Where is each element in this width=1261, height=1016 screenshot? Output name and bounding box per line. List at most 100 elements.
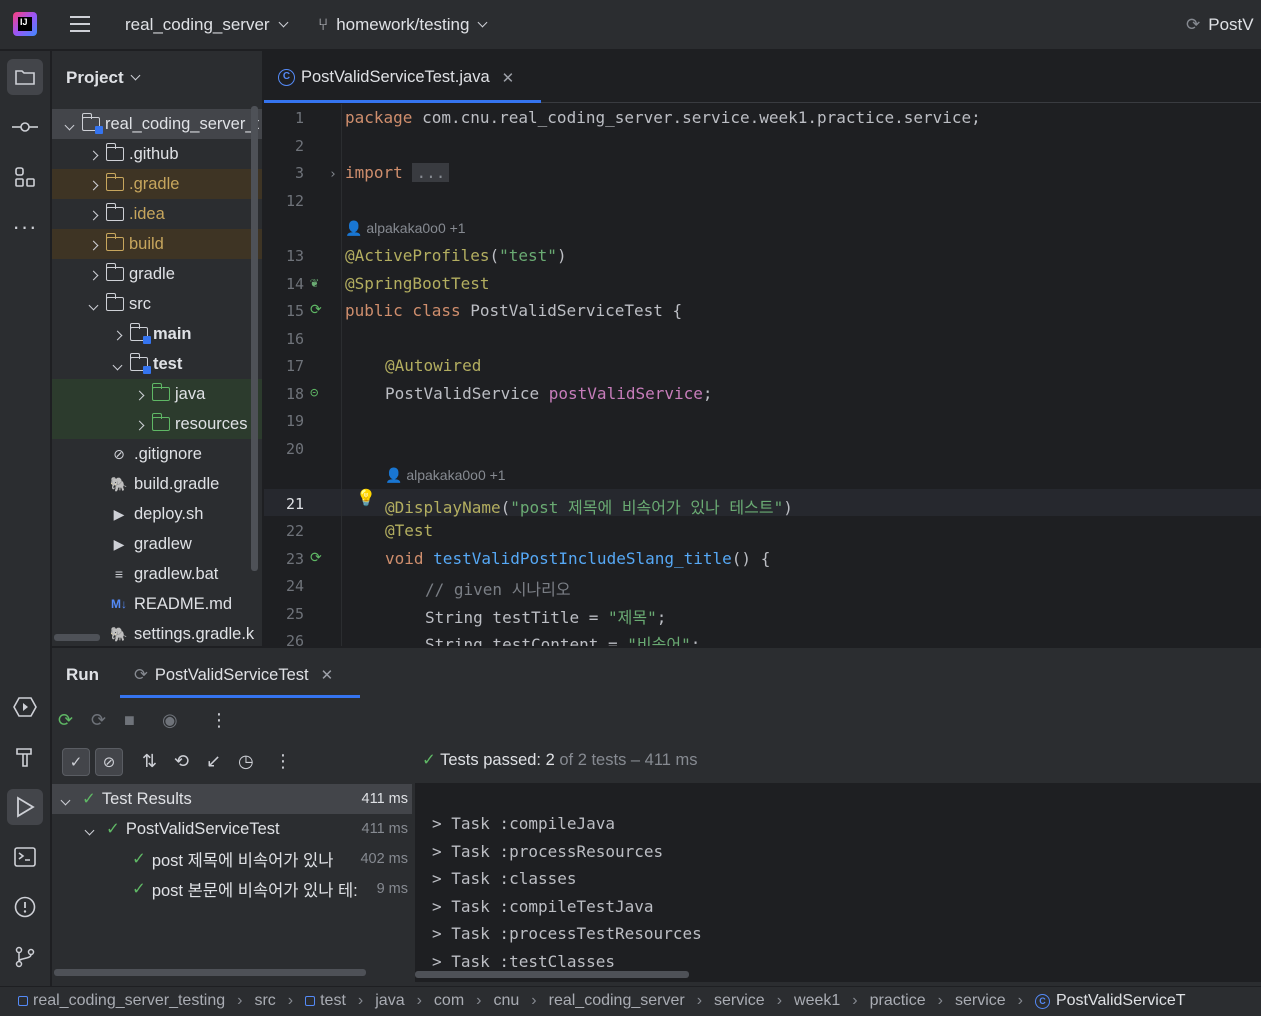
- autowired-bean-icon[interactable]: ⊝: [310, 385, 318, 401]
- tree-item-gradle[interactable]: gradle: [52, 259, 262, 289]
- code-token: @DisplayName: [385, 498, 501, 517]
- tree-item-github[interactable]: .github: [52, 139, 262, 169]
- run-test-gutter-icon[interactable]: ⟳: [310, 302, 322, 318]
- more-tools-button[interactable]: ···: [7, 209, 43, 245]
- line-number: 26: [285, 632, 304, 646]
- tree-item-label: main: [153, 324, 192, 343]
- tree-item-label: settings.gradle.k: [134, 624, 255, 643]
- tree-item-idea[interactable]: .idea: [52, 199, 262, 229]
- sort-icon[interactable]: ⇅: [142, 751, 157, 772]
- chevron-down-icon: [112, 360, 123, 370]
- git-tool-button[interactable]: [7, 939, 43, 975]
- tree-item-build-gradle[interactable]: 🐘 build.gradle: [52, 469, 262, 499]
- project-vertical-scrollbar[interactable]: [251, 106, 258, 571]
- tree-item-gradlew-bat[interactable]: ≡ gradlew.bat: [52, 559, 262, 589]
- test-row-root[interactable]: ✓ Test Results 411 ms: [52, 784, 412, 814]
- run-config-selector[interactable]: ⟳ PostV: [1186, 15, 1254, 35]
- structure-tool-button[interactable]: [7, 159, 43, 195]
- breadcrumb-item[interactable]: service: [714, 992, 765, 1010]
- more-options-icon[interactable]: ⋮: [210, 710, 228, 731]
- terminal-tool-button[interactable]: [7, 839, 43, 875]
- test-row-method[interactable]: ✓ post 제목에 비속어가 있나 402 ms: [52, 844, 412, 874]
- tests-horizontal-scrollbar[interactable]: [54, 969, 366, 976]
- breadcrumb-item[interactable]: cnu: [493, 992, 519, 1010]
- tree-item-label: deploy.sh: [134, 504, 204, 523]
- show-ignored-toggle[interactable]: ⊘: [95, 748, 123, 776]
- project-panel-header[interactable]: Project: [66, 68, 141, 88]
- code-editor[interactable]: 1 2 3 12 13 14 15 16 17 18 19 20 21 22 2…: [264, 104, 1261, 646]
- rerun-failed-icon[interactable]: ⟳: [91, 710, 106, 731]
- build-tool-button[interactable]: [7, 739, 43, 775]
- project-tool-button[interactable]: [7, 59, 43, 95]
- tree-item-gradle-cache[interactable]: .gradle: [52, 169, 262, 199]
- breadcrumb-item[interactable]: service: [955, 992, 1006, 1010]
- console-horizontal-scrollbar[interactable]: [415, 971, 689, 978]
- collapse-icon[interactable]: ↙: [206, 751, 221, 772]
- tree-item-java[interactable]: java: [52, 379, 262, 409]
- rerun-icon[interactable]: ⟳: [58, 710, 73, 731]
- intellij-logo-icon[interactable]: IJ: [13, 12, 37, 36]
- run-test-gutter-icon[interactable]: ⟳: [310, 550, 322, 566]
- tree-item-resources[interactable]: resources: [52, 409, 262, 439]
- run-tool-button[interactable]: [7, 789, 43, 825]
- console-output[interactable]: > Task :compileJava > Task :processResou…: [415, 783, 1261, 982]
- show-passed-toggle[interactable]: ✓: [62, 748, 90, 776]
- more-options-icon[interactable]: ⋮: [274, 751, 292, 772]
- eye-icon[interactable]: ◉: [162, 710, 178, 731]
- tree-item-test[interactable]: test: [52, 349, 262, 379]
- line-number: 15: [285, 302, 304, 320]
- run-tab-postvalidservicetest[interactable]: ⟳ PostValidServiceTest ✕: [134, 665, 333, 685]
- services-tool-button[interactable]: [7, 689, 43, 725]
- fold-chevron-icon[interactable]: ›: [329, 167, 337, 182]
- breadcrumb-item[interactable]: src: [254, 992, 275, 1010]
- tree-item-gitignore[interactable]: ⊘ .gitignore: [52, 439, 262, 469]
- main-menu-icon[interactable]: [70, 16, 90, 34]
- code-author-hint[interactable]: 👤 alpakaka0o0 +1: [385, 467, 506, 484]
- close-icon[interactable]: ✕: [321, 666, 334, 684]
- editor-tab-postvalidservicetest[interactable]: C PostValidServiceTest.java ✕: [278, 68, 514, 87]
- history-icon[interactable]: ◷: [238, 751, 254, 772]
- code-token: testValidPostIncludeSlang_title: [433, 549, 732, 568]
- commit-tool-button[interactable]: [7, 109, 43, 145]
- passed-icon: ✓: [132, 850, 146, 868]
- close-icon[interactable]: ✕: [502, 69, 515, 87]
- breadcrumb-item[interactable]: com: [434, 992, 464, 1010]
- breadcrumb-item[interactable]: real_coding_server: [549, 992, 685, 1010]
- excluded-folder-icon: [105, 173, 124, 191]
- test-duration: 411 ms: [361, 821, 408, 837]
- breadcrumb-item[interactable]: real_coding_server_testing: [33, 992, 225, 1010]
- lightbulb-icon[interactable]: 💡: [356, 488, 376, 507]
- spring-bean-icon[interactable]: ❦: [310, 275, 318, 291]
- breadcrumb-item[interactable]: java: [375, 992, 404, 1010]
- tree-item-deploy-sh[interactable]: ▶ deploy.sh: [52, 499, 262, 529]
- tree-item-build[interactable]: build: [52, 229, 262, 259]
- stop-icon[interactable]: ■: [124, 710, 135, 731]
- chevron-down-icon: [130, 70, 141, 81]
- line-number: 16: [285, 330, 304, 348]
- git-icon: [15, 946, 35, 968]
- tree-item-src[interactable]: src: [52, 289, 262, 319]
- breadcrumb-item[interactable]: test: [320, 992, 346, 1010]
- breadcrumb-item[interactable]: PostValidServiceT: [1056, 992, 1186, 1010]
- status-detail: of 2 tests – 411 ms: [554, 751, 698, 769]
- code-author-hint[interactable]: 👤 alpakaka0o0 +1: [345, 220, 466, 237]
- tree-item-gradlew[interactable]: ▶ gradlew: [52, 529, 262, 559]
- chevron-right-icon: ›: [476, 992, 482, 1009]
- branch-selector[interactable]: ⑂ homework/testing: [318, 15, 488, 35]
- breadcrumb-item[interactable]: week1: [794, 992, 840, 1010]
- problems-tool-button[interactable]: [7, 889, 43, 925]
- tree-item-readme[interactable]: M↓ README.md: [52, 589, 262, 619]
- project-selector[interactable]: real_coding_server: [125, 15, 289, 35]
- folded-imports[interactable]: ...: [412, 163, 450, 182]
- breadcrumb-item[interactable]: practice: [870, 992, 926, 1010]
- test-row-method[interactable]: ✓ post 본문에 비속어가 있나 테: 9 ms: [52, 874, 412, 904]
- project-horizontal-scrollbar[interactable]: [54, 634, 100, 641]
- chevron-right-icon: ›: [696, 992, 703, 1009]
- gradle-file-icon: 🐘: [110, 475, 128, 492]
- tree-item-settings-gradle[interactable]: 🐘 settings.gradle.k: [52, 619, 262, 646]
- tree-item-root[interactable]: real_coding_server_t: [52, 109, 262, 139]
- run-tab-label: PostValidServiceTest: [154, 665, 309, 684]
- import-tests-icon[interactable]: ⟲: [174, 751, 189, 772]
- test-row-class[interactable]: ✓ PostValidServiceTest 411 ms: [52, 814, 412, 844]
- tree-item-main[interactable]: main: [52, 319, 262, 349]
